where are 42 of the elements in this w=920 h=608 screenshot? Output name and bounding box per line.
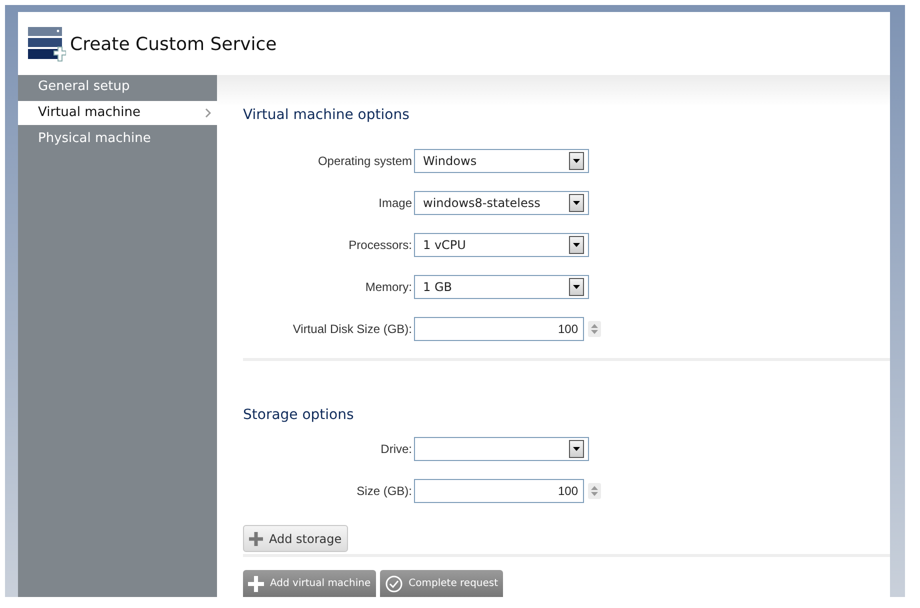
window-title: Create Custom Service [70, 33, 277, 57]
dropdown-arrow-button[interactable] [569, 152, 584, 170]
section-heading: Storage options [242, 406, 355, 425]
caret-icon [573, 243, 580, 247]
action-button[interactable]: Complete request [380, 570, 504, 597]
select-value: 1 vCPU [423, 237, 466, 254]
caret-icon [573, 159, 580, 163]
select-field[interactable] [414, 437, 589, 461]
plus-icon [249, 532, 263, 546]
select-value: Windows [423, 153, 477, 170]
chevron-right-icon [205, 108, 211, 118]
caret-icon [573, 201, 580, 205]
section-heading: Virtual machine options [242, 106, 410, 125]
number-value: 100 [558, 483, 578, 500]
dropdown-arrow-button[interactable] [569, 194, 584, 212]
select-field[interactable]: Windows [414, 149, 589, 173]
sidebar-item[interactable]: Virtual machine [18, 101, 217, 125]
plus-icon [248, 576, 264, 592]
field-label: Drive: [380, 441, 413, 458]
select-value: 1 GB [423, 279, 452, 296]
field-label: Memory: [364, 279, 413, 296]
server-add-icon [28, 26, 66, 62]
caret-icon [573, 447, 580, 451]
caret-icon [573, 285, 580, 289]
dropdown-arrow-button[interactable] [569, 440, 584, 458]
dropdown-arrow-button[interactable] [569, 278, 584, 296]
field-label: Size (GB): [356, 483, 413, 500]
action-button[interactable]: Add virtual machine [243, 570, 376, 597]
number-value: 100 [558, 321, 578, 338]
field-label: Processors: [348, 237, 413, 254]
field-label: Operating system [316, 153, 413, 170]
select-field[interactable]: 1 GB [414, 275, 589, 299]
select-field[interactable]: windows8-stateless [414, 191, 589, 215]
number-field[interactable]: 100 [414, 317, 584, 341]
checkmark-circle-icon [384, 574, 403, 592]
select-value: windows8-stateless [423, 195, 540, 212]
select-field[interactable]: 1 vCPU [414, 233, 589, 257]
field-label: Virtual Disk Size (GB): [292, 321, 413, 338]
add-storage-button[interactable]: Add storage [243, 525, 348, 552]
number-field[interactable]: 100 [414, 479, 584, 503]
field-label: Image [378, 195, 413, 212]
dropdown-arrow-button[interactable] [569, 236, 584, 254]
